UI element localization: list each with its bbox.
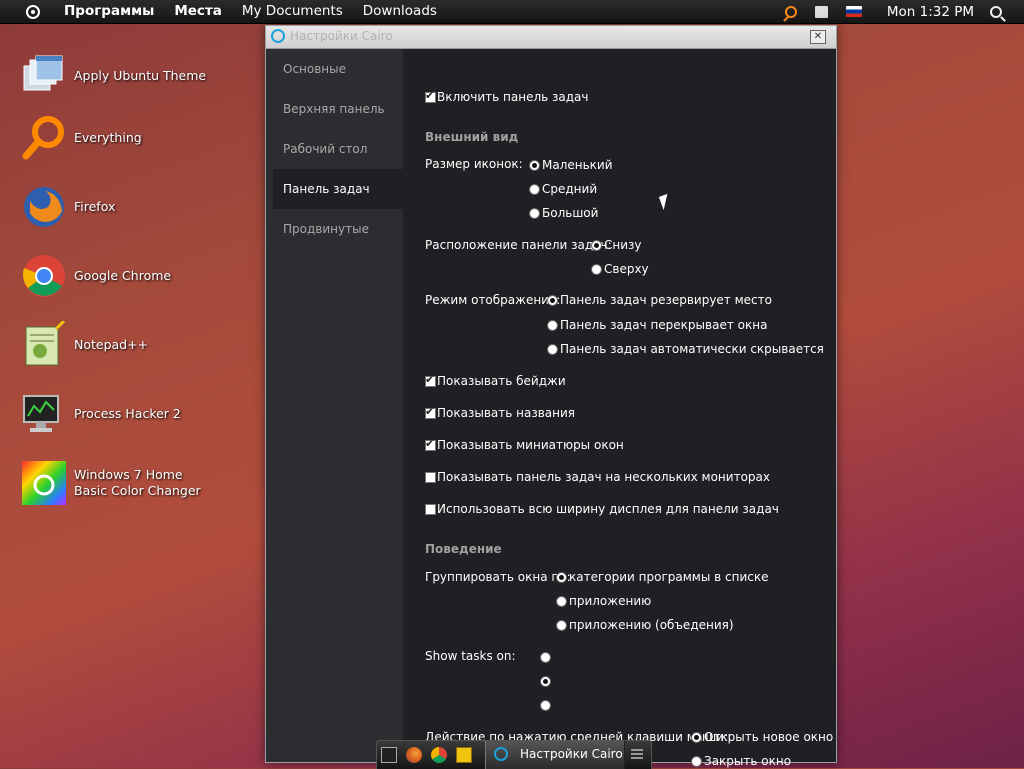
firefox-icon[interactable] [406, 747, 422, 763]
menu-places[interactable]: Места [164, 0, 232, 23]
taskbar-position-label: Расположение панели задач: [425, 238, 612, 252]
desktop-icon-label: Notepad++ [74, 337, 149, 352]
desktop-icon-label: Process Hacker 2 [74, 406, 181, 421]
close-icon[interactable]: ✕ [810, 30, 826, 44]
show-tasks-option-3-radio[interactable] [540, 698, 553, 712]
sidebar-item-desktop[interactable]: Рабочий стол [266, 129, 403, 169]
position-bottom-radio[interactable]: Снизу [591, 238, 642, 252]
desktop-icon-color-changer[interactable]: Windows 7 Home Basic Color Changer [20, 459, 214, 507]
sidebar-item-general[interactable]: Основные [266, 49, 403, 89]
taskbar-button-label: Настройки Cairo [520, 747, 623, 761]
theme-icon [20, 52, 68, 100]
icon-size-medium-radio[interactable]: Средний [529, 182, 597, 196]
cairo-app-icon [494, 747, 508, 761]
middle-click-close-window-radio[interactable]: Закрыть окно [691, 754, 791, 768]
group-by-category-radio[interactable]: категории программы в списке [556, 570, 768, 584]
monitor-icon [20, 390, 68, 438]
file-manager-icon[interactable] [456, 747, 472, 763]
chrome-icon[interactable] [431, 747, 447, 763]
desktop-icon-process-hacker[interactable]: Process Hacker 2 [20, 390, 214, 438]
taskbar-button-cairo-settings[interactable]: Настройки Cairo [485, 741, 625, 769]
desktop-icon-label: Windows 7 Home Basic Color Changer [74, 467, 201, 498]
menu-downloads[interactable]: Downloads [353, 0, 447, 23]
show-thumbnails-checkbox[interactable]: Показывать миниатюры окон [425, 437, 624, 452]
chrome-icon [20, 252, 68, 300]
notepad-icon [20, 319, 68, 369]
firefox-icon [20, 183, 68, 231]
mouse-cursor-icon [658, 193, 673, 211]
desktop-icon-notepad-plus-plus[interactable]: Notepad++ [20, 319, 214, 369]
desktop-icon-google-chrome[interactable]: Google Chrome [20, 252, 214, 300]
search-icon [20, 114, 68, 162]
show-titles-checkbox[interactable]: Показывать названия [425, 405, 575, 420]
show-tasks-on-label: Show tasks on: [425, 649, 516, 663]
show-tasks-option-1-radio[interactable] [540, 650, 553, 664]
desktop-icon-label: Firefox [74, 199, 116, 214]
window-title: Настройки Cairo [290, 29, 393, 43]
checkbox-checked[interactable] [425, 89, 436, 103]
window-titlebar[interactable]: Настройки Cairo ✕ [266, 26, 836, 49]
group-by-app-combined-radio[interactable]: приложению (объедения) [556, 618, 734, 632]
cairo-app-icon [271, 29, 285, 43]
search-icon[interactable] [990, 5, 1002, 18]
icon-size-large-radio[interactable]: Большой [529, 206, 598, 220]
enable-taskbar-checkbox[interactable]: Включить панель задач [425, 89, 588, 104]
menu-my-documents[interactable]: My Documents [232, 0, 353, 23]
menu-programs[interactable]: Программы [54, 0, 164, 23]
clock[interactable]: Mon 1:32 PM [887, 4, 974, 20]
system-tray: Mon 1:32 PM [776, 0, 1024, 23]
display-mode-label: Режим отображения: [425, 293, 561, 307]
terminal-icon[interactable] [381, 747, 397, 763]
desktop-icon-apply-ubuntu-theme[interactable]: Apply Ubuntu Theme [20, 52, 214, 100]
show-tasks-option-2-radio[interactable] [540, 674, 553, 688]
everything-tray-icon[interactable] [784, 5, 797, 18]
icon-size-label: Размер иконок: [425, 157, 523, 171]
display-mode-overlap-radio[interactable]: Панель задач перекрывает окна [547, 318, 767, 332]
appearance-header: Внешний вид [425, 130, 519, 144]
desktop-icon-label: Apply Ubuntu Theme [74, 68, 207, 83]
desktop-icon-firefox[interactable]: Firefox [20, 183, 214, 231]
cairo-logo-icon[interactable] [26, 4, 40, 19]
desktop-icon-label: Everything [74, 130, 142, 145]
icon-size-small-radio[interactable]: Маленький [529, 158, 613, 172]
settings-content: Включить панель задач Внешний вид Размер… [403, 49, 836, 768]
position-top-radio[interactable]: Сверху [591, 262, 649, 276]
taskbar-dock: Настройки Cairo [376, 740, 652, 769]
color-wheel-icon [20, 459, 68, 507]
group-by-label: Группировать окна по: [425, 570, 571, 584]
display-mode-reserve-radio[interactable]: Панель задач резервирует место [547, 293, 772, 307]
menu-icon[interactable] [631, 749, 643, 759]
top-menu-bar: Программы Места My Documents Downloads M… [0, 0, 1024, 24]
multi-monitor-checkbox[interactable]: Показывать панель задач на нескольких мо… [425, 470, 770, 484]
full-width-checkbox[interactable]: Использовать всю ширину дисплея для пане… [425, 502, 779, 516]
sidebar-item-top-panel[interactable]: Верхняя панель [266, 89, 403, 129]
show-badges-checkbox[interactable]: Показывать бейджи [425, 373, 566, 388]
middle-click-new-window-radio[interactable]: Открыть новое окно [691, 730, 833, 744]
language-flag-icon[interactable] [845, 6, 862, 17]
desktop-icon-everything[interactable]: Everything [20, 114, 214, 162]
display-mode-autohide-radio[interactable]: Панель задач автоматически скрывается [547, 342, 824, 356]
settings-sidebar: Основные Верхняя панель Рабочий стол Пан… [266, 49, 403, 762]
cairo-settings-window: Настройки Cairo ✕ Основные Верхняя панел… [265, 25, 837, 768]
group-by-app-radio[interactable]: приложению [556, 594, 651, 608]
sidebar-item-advanced[interactable]: Продвинутые [266, 209, 403, 249]
notes-tray-icon[interactable] [814, 5, 828, 18]
behavior-header: Поведение [425, 542, 502, 556]
desktop-icon-label: Google Chrome [74, 268, 172, 283]
sidebar-item-taskbar[interactable]: Панель задач [273, 169, 403, 209]
